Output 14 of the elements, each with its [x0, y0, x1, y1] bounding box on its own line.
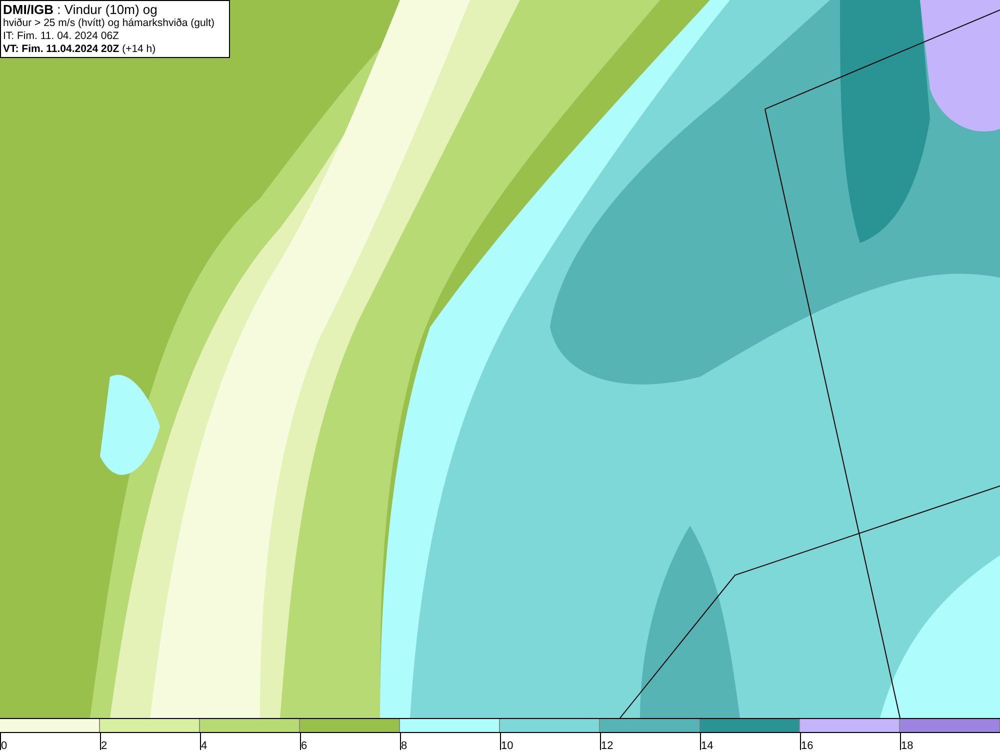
- title-line: VT: Fim. 11.04.2024 20Z (+14 h): [3, 43, 157, 56]
- legend-tick-label: 10: [501, 740, 514, 752]
- legend-tick-label: 4: [201, 740, 208, 752]
- legend-tick-label: 2: [101, 740, 108, 752]
- legend-tick-label: 14: [701, 740, 714, 752]
- title-line: DMI/IGB : Vindur (10m) og: [3, 2, 158, 17]
- legend-tick-label: 12: [601, 740, 614, 752]
- title-line: hviður > 25 m/s (hvítt) og hámarkshviða (gult): [3, 17, 216, 30]
- legend-tick-label: 0: [1, 740, 8, 752]
- legend-tick-label: 18: [901, 740, 914, 752]
- legend-tick-label: 6: [301, 740, 308, 752]
- legend-tick-label: 8: [401, 740, 408, 752]
- legend-tick-label: 16: [801, 740, 814, 752]
- title-line: IT: Fim. 11. 04. 2024 06Z: [3, 30, 120, 43]
